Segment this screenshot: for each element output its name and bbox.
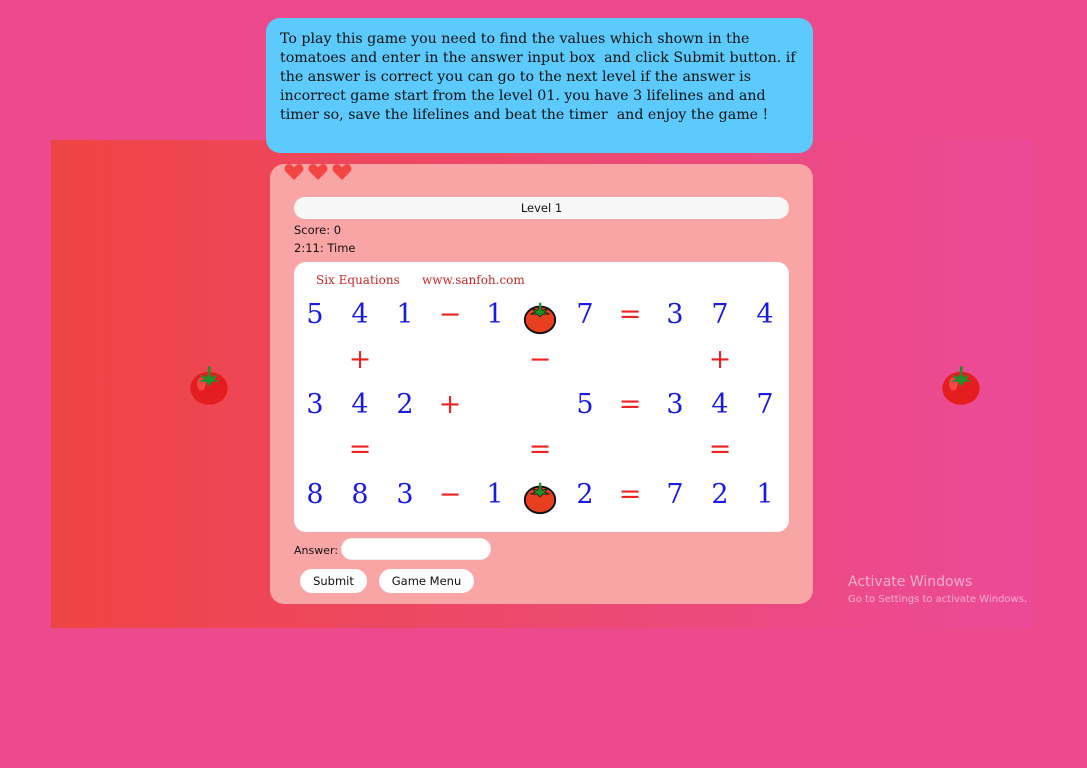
puzzle-digit: 2 — [711, 479, 729, 510]
level-title: Level 1 — [294, 197, 789, 219]
puzzle-digit: 2 — [396, 389, 414, 420]
puzzle-digit: 8 — [306, 479, 324, 510]
puzzle-operator: − — [438, 299, 462, 330]
lifelines — [284, 163, 352, 181]
puzzle-digit: 2 — [576, 479, 594, 510]
puzzle-operator: = — [618, 479, 642, 510]
puzzle-operator: = — [348, 434, 372, 465]
timer-text: 2:11: Time — [294, 241, 356, 255]
submit-button[interactable]: Submit — [300, 569, 367, 593]
puzzle-title: Six Equations — [316, 273, 400, 287]
answer-input[interactable] — [341, 538, 491, 560]
puzzle-digit: 1 — [486, 299, 504, 330]
puzzle-digit: 3 — [666, 299, 684, 330]
instructions-panel: To play this game you need to find the v… — [266, 18, 813, 153]
puzzle-site: www.sanfoh.com — [422, 273, 525, 287]
tomato-icon — [521, 478, 559, 516]
puzzle-digit: 3 — [666, 389, 684, 420]
tomato-icon — [521, 298, 559, 336]
watermark-title: Activate Windows — [848, 574, 973, 590]
puzzle-digit: 4 — [711, 389, 729, 420]
puzzle-operator: = — [618, 389, 642, 420]
answer-label: Answer: — [294, 544, 339, 557]
puzzle-digit: 8 — [351, 479, 369, 510]
puzzle-digit: 4 — [351, 389, 369, 420]
tomato-icon — [939, 362, 983, 408]
puzzle-digit: 7 — [666, 479, 684, 510]
puzzle-operator: = — [708, 434, 732, 465]
puzzle-digit: 7 — [711, 299, 729, 330]
puzzle-operator: = — [618, 299, 642, 330]
puzzle-digit: 7 — [576, 299, 594, 330]
puzzle-operator: − — [438, 479, 462, 510]
puzzle-operator: − — [528, 344, 552, 375]
puzzle-digit: 1 — [396, 299, 414, 330]
windows-watermark: Activate Windows Go to Settings to activ… — [848, 574, 1027, 605]
puzzle-digit: 4 — [351, 299, 369, 330]
puzzle-digit: 1 — [486, 479, 504, 510]
heart-icon — [284, 163, 304, 181]
puzzle-digit: 1 — [756, 479, 774, 510]
score-text: Score: 0 — [294, 223, 342, 237]
heart-icon — [308, 163, 328, 181]
heart-icon — [332, 163, 352, 181]
watermark-subtitle: Go to Settings to activate Windows. — [848, 594, 1028, 605]
puzzle-operator: = — [528, 434, 552, 465]
puzzle-board: Six Equations www.sanfoh.com 5 4 1−1 7 = 3 7 4 +… — [294, 262, 789, 532]
puzzle-operator: + — [438, 389, 462, 420]
puzzle-digit: 3 — [396, 479, 414, 510]
puzzle-digit: 5 — [306, 299, 324, 330]
puzzle-operator: + — [708, 344, 732, 375]
puzzle-operator: + — [348, 344, 372, 375]
puzzle-digit: 7 — [756, 389, 774, 420]
tomato-icon — [187, 362, 231, 408]
puzzle-digit: 3 — [306, 389, 324, 420]
puzzle-digit: 4 — [756, 299, 774, 330]
game-menu-button[interactable]: Game Menu — [379, 569, 474, 593]
puzzle-digit: 5 — [576, 389, 594, 420]
